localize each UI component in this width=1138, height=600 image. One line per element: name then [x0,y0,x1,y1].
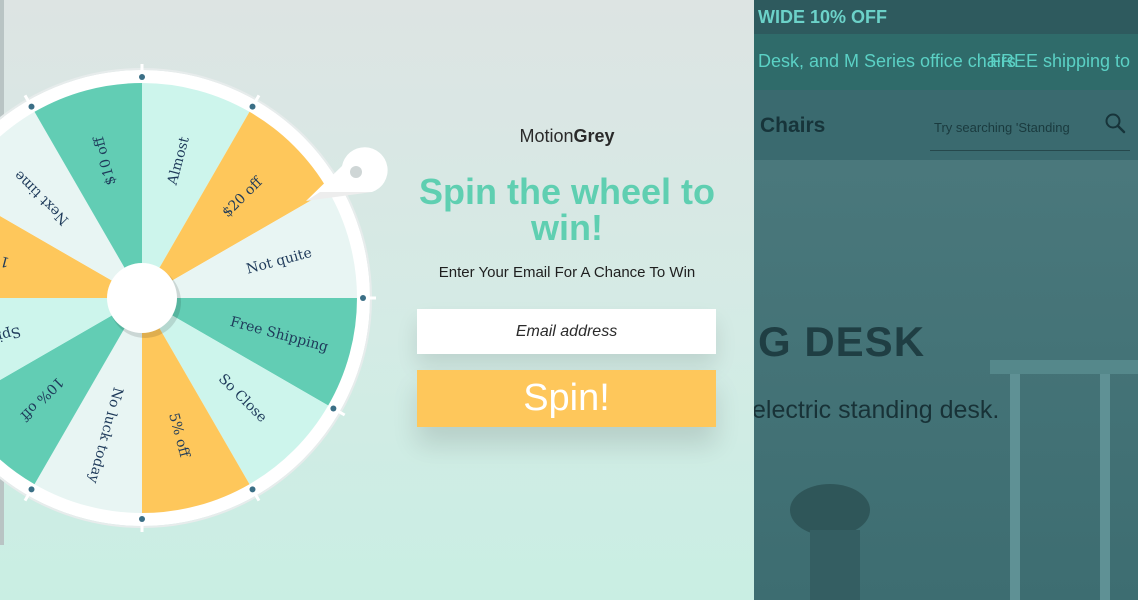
wheel-peg-dot [139,516,145,522]
search-input[interactable] [934,116,1092,138]
hero-subtitle: electric standing desk. [752,396,1000,424]
wheel-peg-dot [249,486,256,493]
email-field[interactable] [417,309,716,354]
popup-subheadline: Enter Your Email For A Chance To Win [438,264,696,281]
search-icon[interactable] [1104,112,1126,134]
spin-wheel-popup: Almost $20 off Not quite Free Shipping So Cl… [0,0,754,600]
marquee-text-2: FREE shipping to [990,51,1131,71]
wheel-hub [107,263,177,333]
wheel-peg-dot [28,103,35,110]
hero-title: G DESK [758,318,926,365]
popup-headline: Spin the wheel to win! [418,171,715,248]
brand-logo: MotionGrey [417,126,717,147]
marquee-text-1: Desk, and M Series office chairs [758,51,1016,71]
promo-bar-text: WIDE 10% OFF [758,7,888,27]
wheel-peg-dot [28,486,35,493]
prize-wheel[interactable]: Almost $20 off Not quite Free Shipping So Cl… [0,0,754,600]
brand-logo-bold: Grey [573,126,615,146]
chair-image [790,484,870,600]
standing-desk-image [990,360,1138,600]
brand-logo-light: Motion [519,126,574,146]
search-box [930,106,1130,151]
nav-item-chairs[interactable]: Chairs [760,114,825,138]
wheel-peg-dot [360,295,366,301]
wheel-pointer-dot [350,166,362,178]
wheel-peg-dot [139,74,145,80]
wheel-peg-dot [249,103,256,110]
prize-wheel-graphic[interactable]: Almost$20 offNot quiteFree ShippingSo Cl… [0,0,754,600]
wheel-peg-dot [330,405,337,412]
spin-button[interactable]: Spin! [417,370,716,427]
